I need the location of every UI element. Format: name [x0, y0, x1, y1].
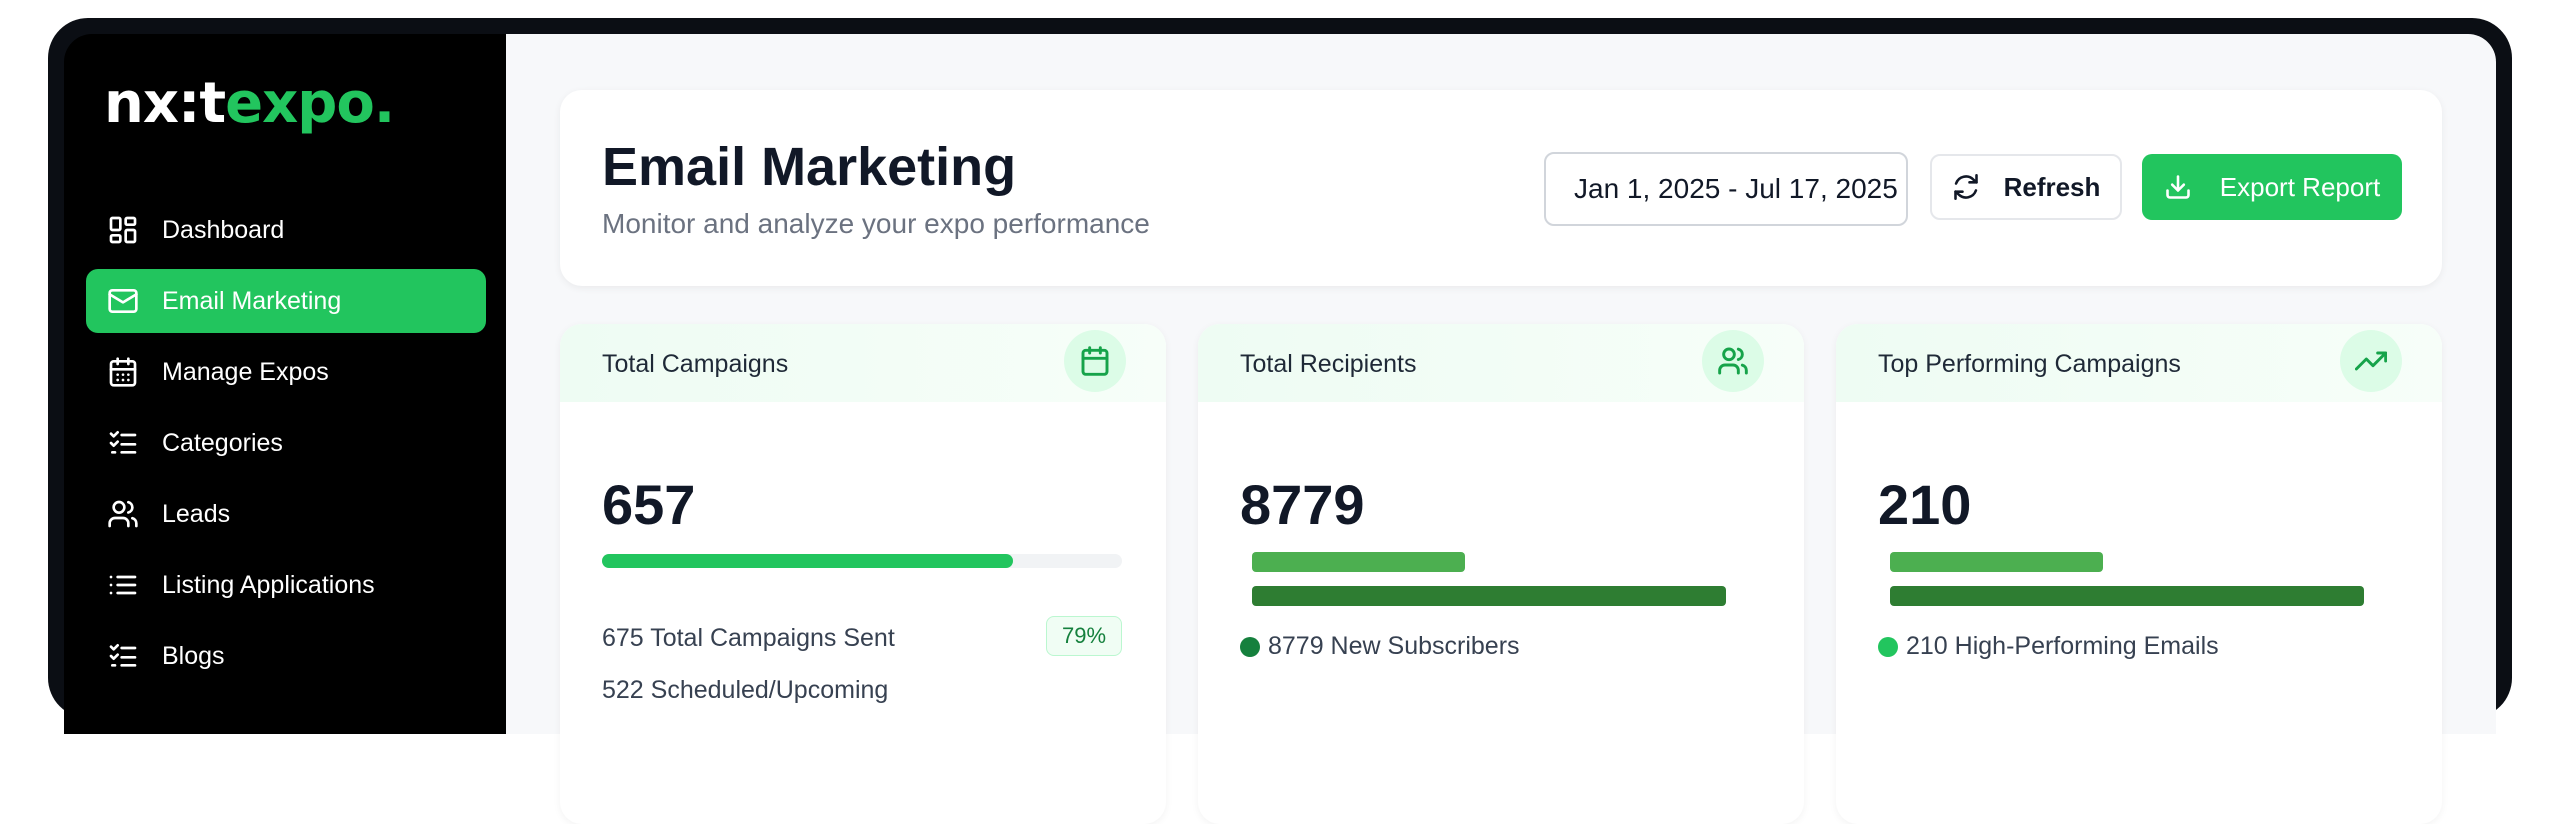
export-report-button[interactable]: Export Report — [2142, 154, 2402, 220]
legend-dot — [1878, 636, 1898, 657]
sidebar-item-categories[interactable]: Categories — [86, 411, 486, 475]
sidebar-nav: Dashboard Email Marketing Manage Expos C… — [86, 198, 486, 695]
users-icon — [106, 497, 140, 531]
stat-value: 210 — [1878, 473, 1972, 536]
campaigns-progress-bar — [602, 554, 1122, 568]
sidebar-item-blogs[interactable]: Blogs — [86, 624, 486, 688]
legend-high-performing: 210 High-Performing Emails — [1878, 632, 2219, 661]
high-performing-bar-short — [1890, 552, 2104, 572]
mail-icon — [106, 284, 140, 318]
trending-up-icon — [2340, 330, 2402, 392]
legend-label: 8779 New Subscribers — [1268, 632, 1520, 660]
progress-fill — [602, 554, 1013, 568]
users-icon — [1702, 330, 1764, 392]
percent-badge: 79% — [1046, 616, 1122, 656]
brand-logo[interactable]: nx:texpo. — [104, 76, 395, 132]
sidebar-item-label: Dashboard — [162, 215, 285, 244]
download-icon — [2166, 175, 2190, 199]
sidebar-item-label: Leads — [162, 499, 231, 528]
page-subtitle: Monitor and analyze your expo performanc… — [602, 208, 1150, 239]
sidebar: nx:texpo. Dashboard Email Marketing Mana… — [64, 34, 506, 734]
stat-card-header: Top Performing Campaigns — [1836, 324, 2442, 402]
main-content: Email Marketing Monitor and analyze your… — [506, 34, 2496, 824]
checklist-icon — [106, 426, 140, 460]
stat-title: Top Performing Campaigns — [1878, 350, 2181, 378]
sidebar-item-label: Manage Expos — [162, 357, 329, 386]
date-range-input[interactable] — [1544, 152, 1908, 226]
sidebar-item-manage-expos[interactable]: Manage Expos — [86, 340, 486, 404]
campaigns-sent-text: 675 Total Campaigns Sent — [602, 624, 895, 652]
stat-title: Total Recipients — [1240, 350, 1417, 378]
checklist-icon — [106, 639, 140, 673]
stat-card-total-recipients: Total Recipients 8779 8779 New Subscribe… — [1198, 324, 1804, 824]
scheduled-text: 522 Scheduled/Upcoming — [602, 676, 889, 704]
sidebar-item-leads[interactable]: Leads — [86, 482, 486, 546]
subscribers-bar-long — [1252, 586, 1726, 606]
legend-dot — [1240, 636, 1260, 657]
stat-card-total-campaigns: Total Campaigns 657 675 Total Campaigns … — [560, 324, 1166, 824]
calendar-icon — [106, 355, 140, 389]
sidebar-item-listing-applications[interactable]: Listing Applications — [86, 553, 486, 617]
legend-label: 210 High-Performing Emails — [1906, 632, 2219, 660]
sidebar-item-label: Listing Applications — [162, 570, 375, 599]
high-performing-bar-long — [1890, 586, 2364, 606]
stat-card-header: Total Recipients — [1198, 324, 1804, 402]
sidebar-item-label: Categories — [162, 428, 283, 457]
refresh-icon — [1953, 174, 1978, 200]
stat-title: Total Campaigns — [602, 350, 789, 378]
sidebar-item-dashboard[interactable]: Dashboard — [86, 198, 486, 262]
sidebar-item-label: Email Marketing — [162, 286, 342, 315]
stat-card-header: Total Campaigns — [560, 324, 1166, 402]
calendar-icon — [1064, 330, 1126, 392]
sidebar-item-email-marketing[interactable]: Email Marketing — [86, 269, 486, 333]
subscribers-bar-short — [1252, 552, 1466, 572]
stat-value: 8779 — [1240, 473, 1365, 536]
stat-value: 657 — [602, 473, 696, 536]
refresh-button[interactable]: Refresh — [1930, 154, 2122, 220]
page-header: Email Marketing Monitor and analyze your… — [560, 90, 2442, 286]
legend-new-subscribers: 8779 New Subscribers — [1240, 632, 1520, 661]
dashboard-icon — [106, 213, 140, 247]
page-title: Email Marketing — [602, 137, 1017, 197]
refresh-label: Refresh — [2003, 171, 2101, 202]
export-label: Export Report — [2219, 171, 2381, 202]
sidebar-item-label: Blogs — [162, 641, 225, 670]
stat-card-top-performing: Top Performing Campaigns 210 210 High-Pe… — [1836, 324, 2442, 824]
list-icon — [106, 568, 140, 602]
